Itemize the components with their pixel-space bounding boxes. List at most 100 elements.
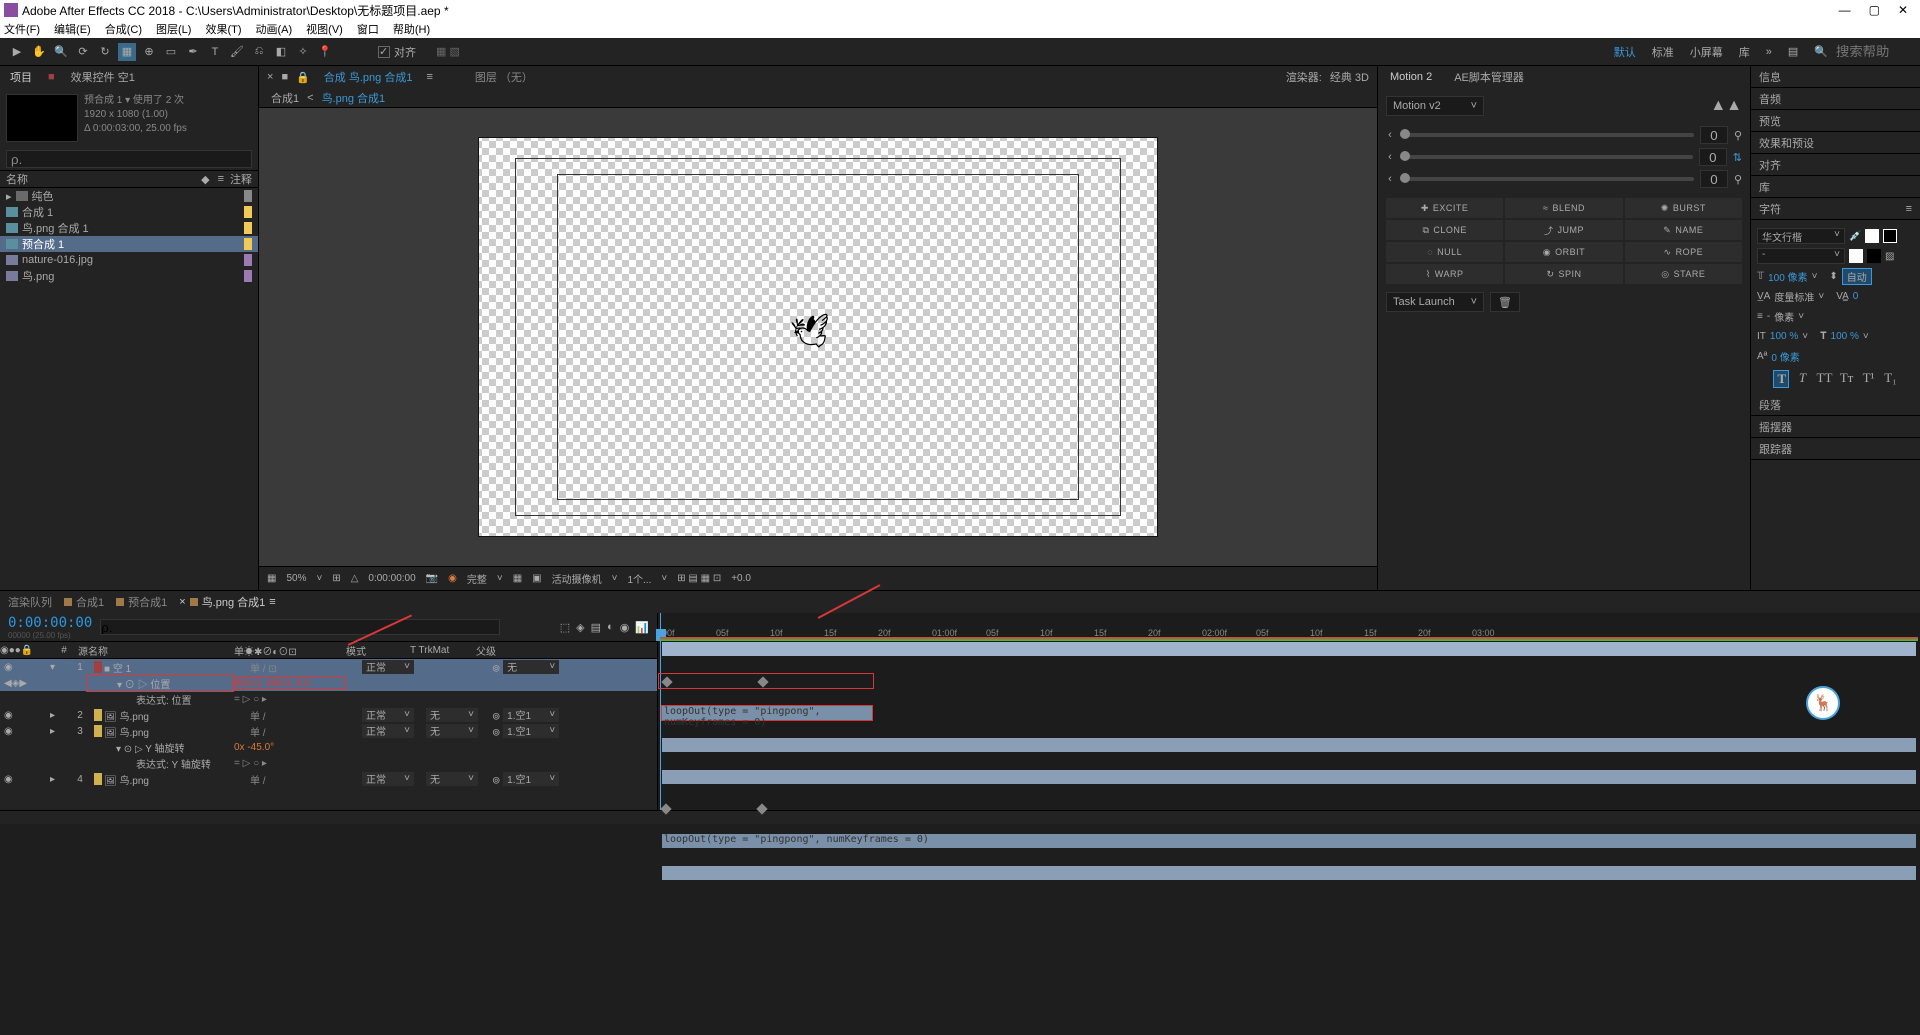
fill-swatch[interactable]: [1865, 229, 1879, 243]
tool-jump[interactable]: ⤴ JUMP: [1505, 220, 1622, 240]
workspace-overflow-icon[interactable]: »: [1766, 46, 1772, 58]
italic-button[interactable]: T: [1795, 370, 1811, 388]
baseline[interactable]: 0 像素: [1771, 349, 1799, 364]
audio-panel-header[interactable]: 音频: [1751, 88, 1920, 110]
workspace-standard[interactable]: 标准: [1652, 44, 1674, 60]
tool-rope[interactable]: ∿ ROPE: [1625, 242, 1742, 262]
close-button[interactable]: ✕: [1898, 3, 1908, 17]
motion-preset-dropdown[interactable]: Motion v2˅: [1386, 96, 1484, 116]
hscale[interactable]: 100 %: [1831, 331, 1859, 342]
project-item-file[interactable]: nature-016.jpg: [0, 252, 258, 268]
anchor-tool-icon[interactable]: ⊕: [140, 43, 158, 61]
minimize-button[interactable]: —: [1839, 3, 1851, 17]
script-manager-tab[interactable]: AE脚本管理器: [1450, 67, 1528, 87]
anchor-icon[interactable]: ⚲: [1734, 129, 1742, 142]
slider-2-input[interactable]: [1699, 148, 1727, 166]
graph-editor-icon[interactable]: 📊: [635, 621, 649, 634]
menu-composition[interactable]: 合成(C): [105, 21, 142, 37]
exposure-value[interactable]: +0.0: [731, 573, 751, 584]
layer-row[interactable]: ▾ ⊙ ▷ Y 轴旋转 0x -45.0°: [0, 739, 657, 755]
font-size[interactable]: 100 像素: [1768, 269, 1807, 284]
col-trkmat[interactable]: T TrkMat: [410, 645, 476, 656]
font-style-dropdown[interactable]: -˅: [1757, 248, 1845, 264]
layer-row[interactable]: ◉▸ 2 🖼 鸟.png 单 / 正常˅ 无˅ ⊚ 1.空1˅: [0, 707, 657, 723]
text-tool-icon[interactable]: T: [206, 43, 224, 61]
slider-3-input[interactable]: [1700, 170, 1728, 188]
layer-row[interactable]: ◉▸ 3 🖼 鸟.png 单 / 正常˅ 无˅ ⊚ 1.空1˅: [0, 723, 657, 739]
mask-mode-icon[interactable]: ▦ ▧: [436, 45, 460, 58]
info-panel-header[interactable]: 信息: [1751, 66, 1920, 88]
menu-animation[interactable]: 动画(A): [256, 21, 293, 37]
slider-reset[interactable]: ‹: [1386, 173, 1394, 185]
alpha-toggle-icon[interactable]: ▦: [267, 573, 276, 584]
effect-controls-tab[interactable]: 效果控件 空1: [67, 67, 139, 87]
tool-clone[interactable]: ⧉ CLONE: [1386, 220, 1503, 240]
tool-orbit[interactable]: ◉ ORBIT: [1505, 242, 1622, 262]
project-item-comp[interactable]: 预合成 1: [0, 236, 258, 252]
brush-tool-icon[interactable]: 🖌: [228, 43, 246, 61]
current-timecode[interactable]: 0:00:00:00: [8, 615, 92, 631]
slider-1-input[interactable]: [1700, 126, 1728, 144]
workspace-small[interactable]: 小屏幕: [1690, 44, 1723, 60]
col-name[interactable]: 名称: [6, 171, 201, 187]
project-item-file[interactable]: 鸟.png: [0, 268, 258, 284]
anchor-icon[interactable]: ⚲: [1734, 173, 1742, 186]
wiggler-panel-header[interactable]: 摇摆器: [1751, 416, 1920, 438]
tool-burst[interactable]: ✺ BURST: [1625, 198, 1742, 218]
align-panel-header[interactable]: 对齐: [1751, 154, 1920, 176]
col-mode[interactable]: 模式: [346, 643, 410, 658]
menu-file[interactable]: 文件(F): [4, 21, 40, 37]
col-source-name[interactable]: 源名称: [78, 643, 234, 658]
delete-button[interactable]: 🗑: [1490, 292, 1520, 312]
task-launch-dropdown[interactable]: Task Launch˅: [1386, 292, 1484, 312]
project-item-folder[interactable]: ▸纯色: [0, 188, 258, 204]
tool-spin[interactable]: ↻ SPIN: [1505, 264, 1622, 284]
frame-blend-icon[interactable]: ◐: [607, 621, 614, 634]
hand-tool-icon[interactable]: ✋: [30, 43, 48, 61]
workspace-default[interactable]: 默认: [1614, 44, 1636, 60]
tool-stare[interactable]: ◎ STARE: [1625, 264, 1742, 284]
menu-help[interactable]: 帮助(H): [393, 21, 430, 37]
mountain-icon[interactable]: ▲▲: [1710, 97, 1742, 115]
draft3d-icon[interactable]: ◈: [576, 621, 584, 634]
link-icon[interactable]: ⇅: [1733, 151, 1742, 164]
paragraph-panel-header[interactable]: 段落: [1751, 394, 1920, 416]
maximize-button[interactable]: ▢: [1869, 3, 1880, 17]
menu-effect[interactable]: 效果(T): [205, 21, 241, 37]
layer-row[interactable]: ◀◈▶ ▾ ⊙ ▷ 位置 960.0, 496.0, 0.0: [0, 675, 657, 691]
slider-3[interactable]: [1400, 177, 1694, 181]
project-search-input[interactable]: [6, 150, 252, 168]
menu-layer[interactable]: 图层(L): [156, 21, 191, 37]
timeline-tab[interactable]: 合成1: [64, 594, 104, 610]
breadcrumb-item[interactable]: 鸟.png 合成1: [322, 90, 386, 106]
bold-button[interactable]: T: [1773, 370, 1789, 388]
rotate-tool-icon[interactable]: ↻: [96, 43, 114, 61]
vscale[interactable]: 100 %: [1770, 331, 1798, 342]
font-family-dropdown[interactable]: 华文行楷˅: [1757, 228, 1845, 244]
leading[interactable]: 自动: [1842, 268, 1872, 285]
layer-viewer-tab[interactable]: 图层 （无）: [469, 67, 539, 87]
layer-row[interactable]: 表达式: Y 轴旋转 = ▷ ○ ▸: [0, 755, 657, 771]
allcaps-button[interactable]: TT: [1817, 370, 1833, 388]
zoom-tool-icon[interactable]: 🔍: [52, 43, 70, 61]
hide-shy-icon[interactable]: ▤: [591, 621, 601, 634]
eraser-tool-icon[interactable]: ◧: [272, 43, 290, 61]
tracker-panel-header[interactable]: 跟踪器: [1751, 438, 1920, 460]
tool-excite[interactable]: ✚ EXCITE: [1386, 198, 1503, 218]
camera-tool-icon[interactable]: ▦: [118, 43, 136, 61]
tool-name[interactable]: ✎ NAME: [1625, 220, 1742, 240]
pen-tool-icon[interactable]: ✒: [184, 43, 202, 61]
tool-blend[interactable]: ≈ BLEND: [1505, 198, 1622, 218]
menu-window[interactable]: 窗口: [357, 21, 379, 37]
slider-1[interactable]: [1400, 133, 1694, 137]
col-parent[interactable]: 父级: [476, 643, 556, 658]
orbit-tool-icon[interactable]: ⟳: [74, 43, 92, 61]
roto-tool-icon[interactable]: ✧: [294, 43, 312, 61]
tracking[interactable]: 0: [1853, 291, 1859, 302]
timeline-search[interactable]: [100, 619, 500, 635]
eyedropper-icon[interactable]: 💉: [1849, 231, 1861, 242]
motion2-tab[interactable]: Motion 2: [1386, 69, 1436, 85]
motion-blur-icon[interactable]: ◉: [620, 621, 630, 634]
comp-thumbnail[interactable]: [6, 94, 78, 142]
library-panel-header[interactable]: 库: [1751, 176, 1920, 198]
